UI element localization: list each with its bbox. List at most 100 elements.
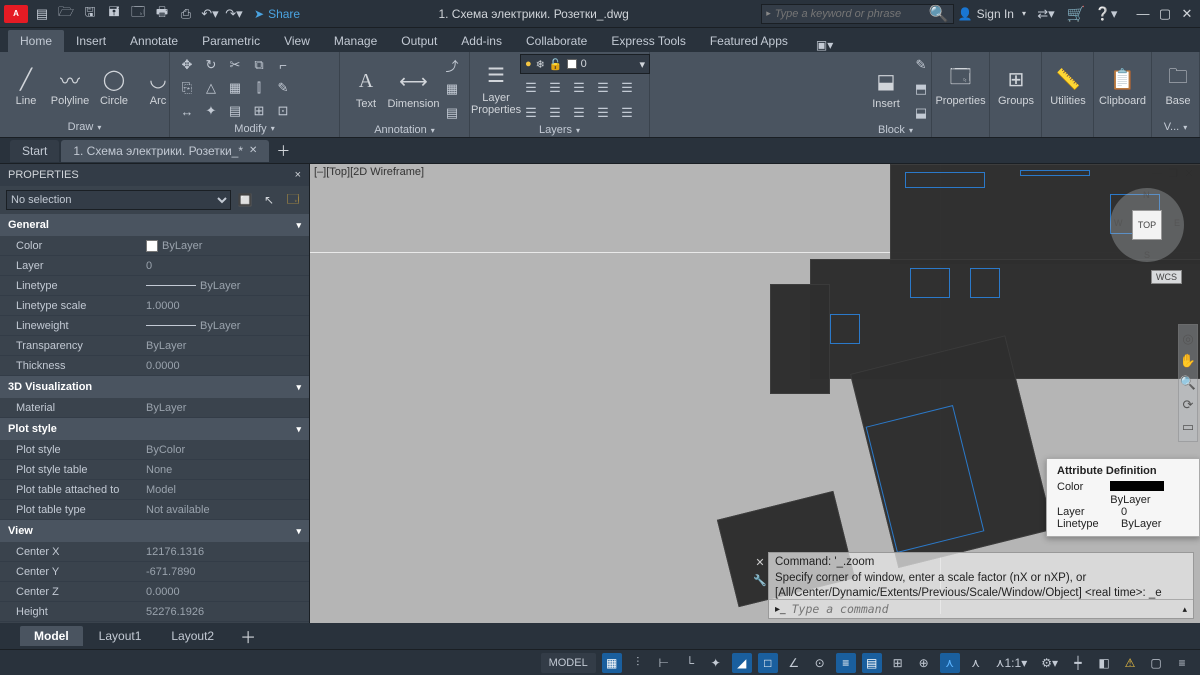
tab-annotate[interactable]: Annotate	[118, 30, 190, 52]
layout-tab-model[interactable]: Model	[20, 626, 83, 646]
layer-tool-9-icon[interactable]: ☰	[592, 102, 614, 124]
property-row[interactable]: Plot table typeNot available	[0, 500, 309, 520]
tab-output[interactable]: Output	[389, 30, 449, 52]
nav-showmotion-icon[interactable]: ▭	[1182, 419, 1194, 435]
property-row[interactable]: Height52276.1926	[0, 602, 309, 622]
cart-icon[interactable]: 🛒	[1066, 4, 1086, 24]
property-row[interactable]: Center X12176.1316	[0, 542, 309, 562]
sb-infer-icon[interactable]: ⊢	[654, 653, 674, 673]
text-button[interactable]: AText	[346, 66, 386, 112]
layer-tool-8-icon[interactable]: ☰	[568, 102, 590, 124]
sb-otrack-icon[interactable]: ⊙	[810, 653, 830, 673]
circle-button[interactable]: ◯Circle	[94, 63, 134, 109]
panel-view-title[interactable]: V...	[1158, 119, 1193, 135]
property-row[interactable]: Center Z0.0000	[0, 582, 309, 602]
qat-web-icon[interactable]: 🗔	[128, 4, 148, 24]
line-button[interactable]: ╱Line	[6, 63, 46, 109]
property-row[interactable]: Layer0	[0, 256, 309, 276]
block-tool-2-icon[interactable]: ⬒	[910, 78, 932, 100]
panel-modify-title[interactable]: Modify	[176, 122, 333, 135]
utilities-button[interactable]: 📏Utilities	[1048, 63, 1088, 109]
erase-icon[interactable]: ✎	[272, 77, 294, 99]
nav-wheel-icon[interactable]: ◎	[1182, 331, 1193, 347]
extend-icon[interactable]: ⊡	[272, 100, 294, 122]
layer-tool-3-icon[interactable]: ☰	[568, 77, 590, 99]
share-button[interactable]: ➤Share	[248, 7, 306, 21]
property-row[interactable]: Linetype ByLayer	[0, 276, 309, 296]
selection-dropdown[interactable]: No selection	[6, 190, 231, 210]
scale-icon[interactable]: △	[200, 77, 222, 99]
sb-polar-icon[interactable]: ✦	[706, 653, 726, 673]
layer-tool-5-icon[interactable]: ☰	[616, 77, 638, 99]
panel-draw-title[interactable]: Draw	[6, 119, 163, 135]
property-row[interactable]: Thickness0.0000	[0, 356, 309, 376]
sb-3dosnap-icon[interactable]: ∠	[784, 653, 804, 673]
offset-icon[interactable]: ⫿	[248, 77, 270, 99]
layer-tool-10-icon[interactable]: ☰	[616, 102, 638, 124]
search-input[interactable]	[775, 8, 925, 20]
file-tab-start[interactable]: Start	[10, 140, 59, 162]
viewcube-top-face[interactable]: TOP	[1132, 210, 1162, 240]
sb-cleanscreen-icon[interactable]: ▢	[1146, 653, 1166, 673]
exchange-icon[interactable]: ⇄▾	[1036, 4, 1056, 24]
command-expand-icon[interactable]: ▴	[1182, 604, 1187, 615]
nav-zoom-icon[interactable]: 🔍	[1180, 375, 1196, 391]
properties-close-icon[interactable]: ×	[295, 169, 301, 181]
panel-layers-title[interactable]: Layers	[476, 124, 643, 136]
trim-icon[interactable]: ✂	[224, 54, 246, 76]
layout-tab-1[interactable]: Layout1	[85, 626, 156, 646]
add-layout-button[interactable]: ＋	[230, 624, 266, 648]
property-row[interactable]: ColorByLayer	[0, 236, 309, 256]
view-cube[interactable]: TOP N S W E	[1110, 188, 1184, 262]
property-row[interactable]: Center Y-671.7890	[0, 562, 309, 582]
qat-redo-icon[interactable]: ↷▾	[224, 4, 244, 24]
tab-addins[interactable]: Add-ins	[449, 30, 514, 52]
property-row[interactable]: MaterialByLayer	[0, 398, 309, 418]
close-button[interactable]: ✕	[1178, 5, 1196, 23]
nav-orbit-icon[interactable]: ⟳	[1183, 397, 1194, 413]
property-group-header[interactable]: Plot style▾	[0, 418, 309, 440]
property-row[interactable]: Plot table attached toModel	[0, 480, 309, 500]
quickselect-icon[interactable]: 🔲	[235, 190, 255, 210]
minimize-button[interactable]: —	[1134, 5, 1152, 23]
sb-annomon-icon[interactable]: ⋏	[940, 653, 960, 673]
qat-open-icon[interactable]: 🗁	[56, 4, 76, 24]
qat-save-icon[interactable]: 🖫	[80, 4, 100, 24]
file-tab-drawing[interactable]: 1. Схема электрики. Розетки_*✕	[61, 140, 269, 162]
mirror-icon[interactable]: ⧉	[248, 54, 270, 76]
sb-perf-icon[interactable]: ┿	[1068, 653, 1088, 673]
nav-pan-icon[interactable]: ✋	[1180, 353, 1196, 369]
sb-qp-icon[interactable]: ⊕	[914, 653, 934, 673]
layer-tool-6-icon[interactable]: ☰	[520, 102, 542, 124]
pickadd-icon[interactable]: ↖	[259, 190, 279, 210]
property-group-header[interactable]: 3D Visualization▾	[0, 376, 309, 398]
sb-osnap-icon[interactable]: □	[758, 653, 778, 673]
property-row[interactable]: Plot styleByColor	[0, 440, 309, 460]
property-row[interactable]: Plot style tableNone	[0, 460, 309, 480]
polyline-button[interactable]: 〰Polyline	[50, 63, 90, 109]
signin-button[interactable]: 👤Sign In▾	[958, 7, 1026, 21]
tab-home[interactable]: Home	[8, 30, 64, 52]
tab-express[interactable]: Express Tools	[599, 30, 697, 52]
tab-parametric[interactable]: Parametric	[190, 30, 272, 52]
search-icon[interactable]: 🔍	[929, 4, 949, 24]
viewport-label[interactable]: [–][Top][2D Wireframe]	[314, 166, 424, 178]
sb-isodraft-icon[interactable]: ◢	[732, 653, 752, 673]
sb-transparency-icon[interactable]: ▤	[862, 653, 882, 673]
leader-icon[interactable]: ⤴	[441, 54, 463, 76]
layer-tool-1-icon[interactable]: ☰	[520, 77, 542, 99]
sb-lwt-icon[interactable]: ≡	[836, 653, 856, 673]
tab-box-icon[interactable]: ▣▾	[810, 38, 839, 52]
align-icon[interactable]: ⊞	[248, 100, 270, 122]
tab-collaborate[interactable]: Collaborate	[514, 30, 599, 52]
mtext-icon[interactable]: ▤	[441, 102, 463, 124]
app-logo[interactable]: A	[4, 5, 28, 23]
dimension-button[interactable]: ⟷Dimension	[390, 66, 437, 112]
add-tab-button[interactable]: ＋	[271, 141, 295, 161]
layer-combo[interactable]: ●❄🔓0▾	[520, 54, 650, 74]
panel-block-title[interactable]: Block	[866, 124, 925, 136]
groups-button[interactable]: ⊞Groups	[996, 63, 1036, 109]
stretch-icon[interactable]: ↔	[176, 100, 198, 122]
clipboard-button[interactable]: 📋Clipboard	[1100, 63, 1145, 109]
cmd-customize-icon[interactable]: 🔧	[753, 573, 767, 587]
